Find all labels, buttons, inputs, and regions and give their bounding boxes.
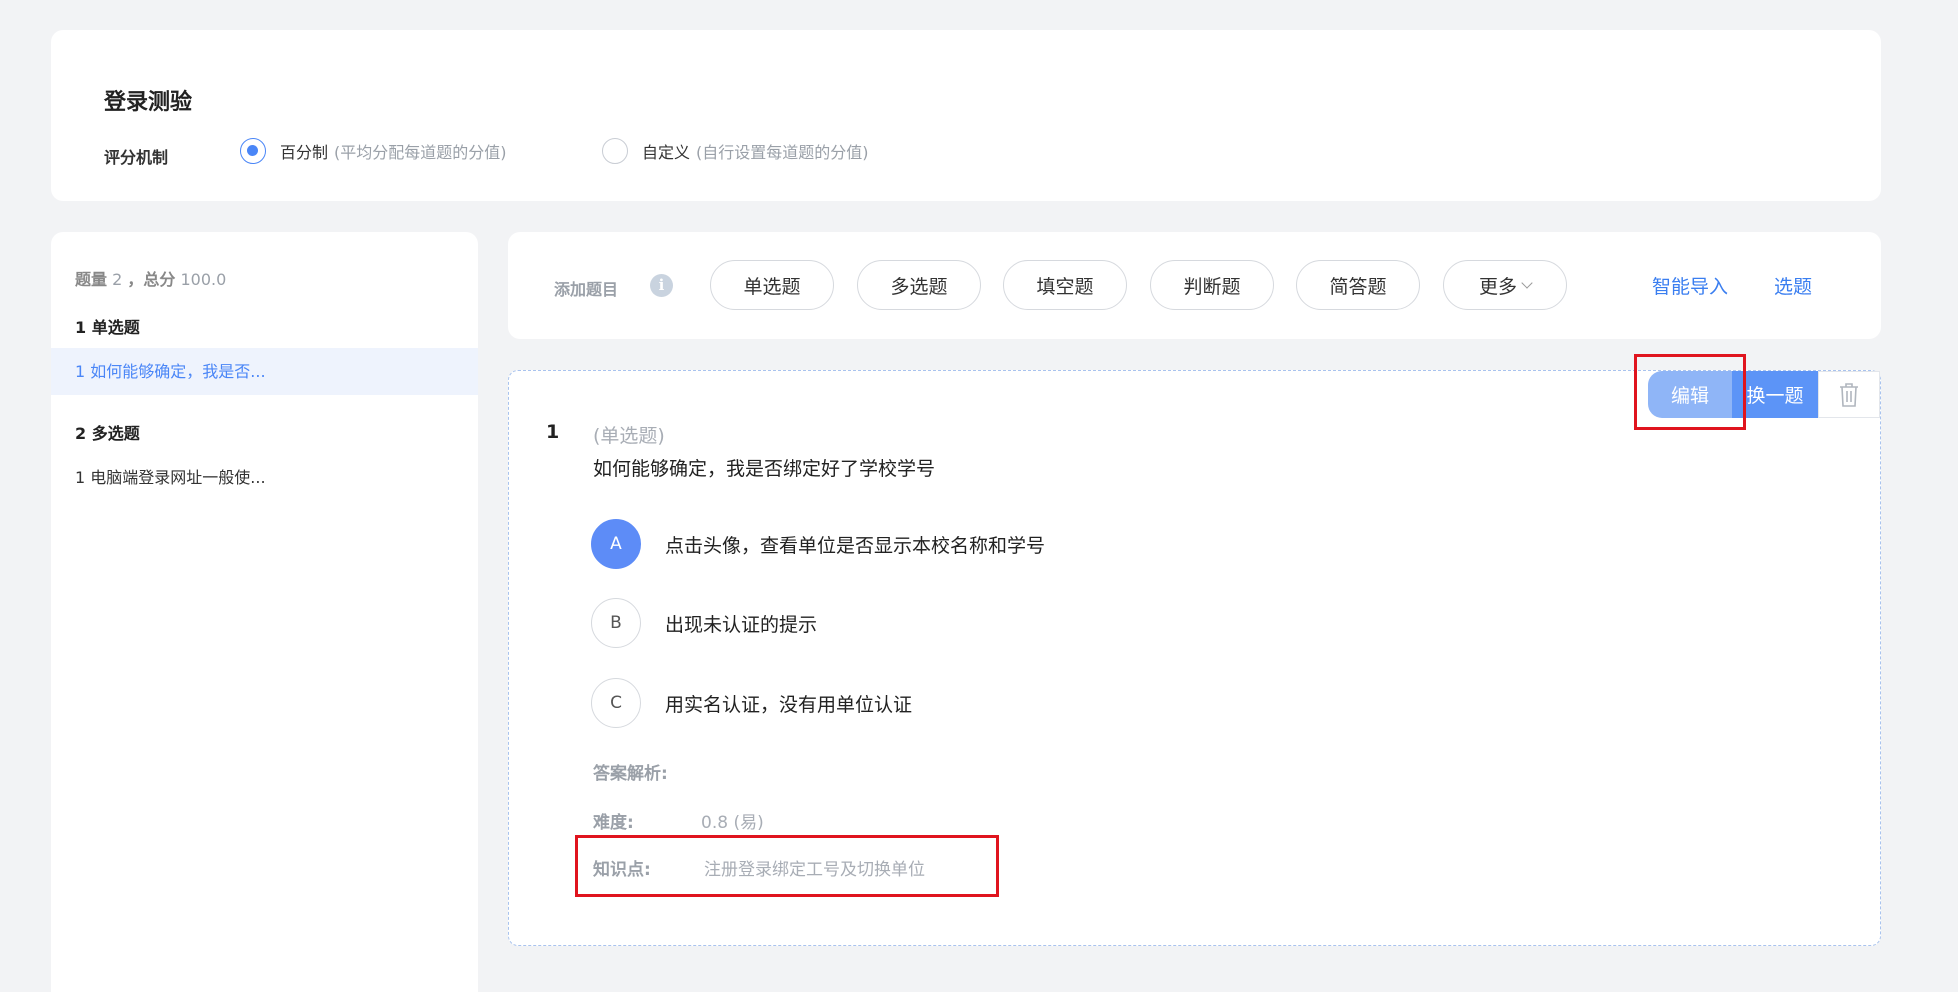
option-letter-badge[interactable]: A [591,519,641,569]
pick-question-link[interactable]: 选题 [1774,272,1812,299]
true-false-button[interactable]: 判断题 [1150,260,1274,310]
knowledge-label: 知识点: [593,860,651,880]
question-outline-sidebar: 题量 2 ，总分 100.0 1 单选题 1 如何能够确定，我是否... 2 多… [51,232,478,992]
radio-checked-icon[interactable] [240,138,266,164]
option-text: 点击头像，查看单位是否显示本校名称和学号 [665,534,1046,557]
chevron-down-icon [1521,277,1533,289]
single-choice-button[interactable]: 单选题 [710,260,834,310]
more-label: 更多 [1478,275,1517,298]
total-label: ，总分 [127,270,176,289]
smart-import-link[interactable]: 智能导入 [1652,272,1728,299]
option-text: 出现未认证的提示 [665,613,818,636]
question-type: (单选题) [593,425,665,447]
count-label: 题量 [75,270,108,289]
section-multi-choice: 2 多选题 [75,424,140,443]
option-b[interactable]: B 出现未认证的提示 [591,598,817,648]
difficulty-value: 0.8 (易) [701,813,764,833]
edit-button[interactable]: 编辑 [1648,371,1732,418]
scoring-label: 评分机制 [104,148,169,167]
add-question-toolbar: 添加题目 i 单选题 多选题 填空题 判断题 简答题 更多 智能导入 选题 [508,232,1881,339]
count-value: 2 [112,270,123,289]
delete-button[interactable] [1818,371,1880,418]
sidebar-item-question[interactable]: 1 如何能够确定，我是否... [51,348,478,395]
more-types-button[interactable]: 更多 [1443,260,1567,310]
quiz-settings-card: 登录测验 评分机制 百分制 (平均分配每道题的分值) 自定义 (自行设置每道题的… [51,30,1881,201]
option-letter-badge[interactable]: C [591,678,641,728]
radio-percentage[interactable]: 百分制 (平均分配每道题的分值) [240,138,507,164]
fill-blank-button[interactable]: 填空题 [1003,260,1127,310]
question-actions: 编辑 换一题 [1648,371,1880,418]
radio-label: 自定义 [642,143,691,162]
question-text: 如何能够确定，我是否绑定好了学校学号 [593,458,936,480]
option-c[interactable]: C 用实名认证，没有用单位认证 [591,678,912,728]
add-question-label: 添加题目 [554,280,619,299]
radio-label: 百分制 [280,143,329,162]
sidebar-item-question[interactable]: 1 电脑端登录网址一般使... [51,454,478,501]
difficulty-label: 难度: [593,813,634,833]
analysis-label: 答案解析: [593,764,668,784]
question-number: 1 [546,421,560,443]
short-answer-button[interactable]: 简答题 [1296,260,1420,310]
info-icon[interactable]: i [650,274,673,297]
question-card: 编辑 换一题 1 (单选题) 如何能够确定，我是否绑定好了学校学号 A 点击头像… [508,370,1881,946]
section-single-choice: 1 单选题 [75,318,140,337]
total-value: 100.0 [180,270,227,289]
multi-choice-button[interactable]: 多选题 [857,260,981,310]
knowledge-value: 注册登录绑定工号及切换单位 [704,860,925,880]
swap-question-button[interactable]: 换一题 [1732,371,1818,418]
option-text: 用实名认证，没有用单位认证 [665,693,913,716]
radio-hint: (平均分配每道题的分值) [334,143,507,162]
radio-custom[interactable]: 自定义 (自行设置每道题的分值) [602,138,869,164]
trash-icon [1840,382,1858,407]
option-letter-badge[interactable]: B [591,598,641,648]
question-summary: 题量 2 ，总分 100.0 [75,266,226,290]
radio-unchecked-icon[interactable] [602,138,628,164]
radio-hint: (自行设置每道题的分值) [696,143,869,162]
page-title: 登录测验 [104,90,193,115]
option-a[interactable]: A 点击头像，查看单位是否显示本校名称和学号 [591,519,1045,569]
